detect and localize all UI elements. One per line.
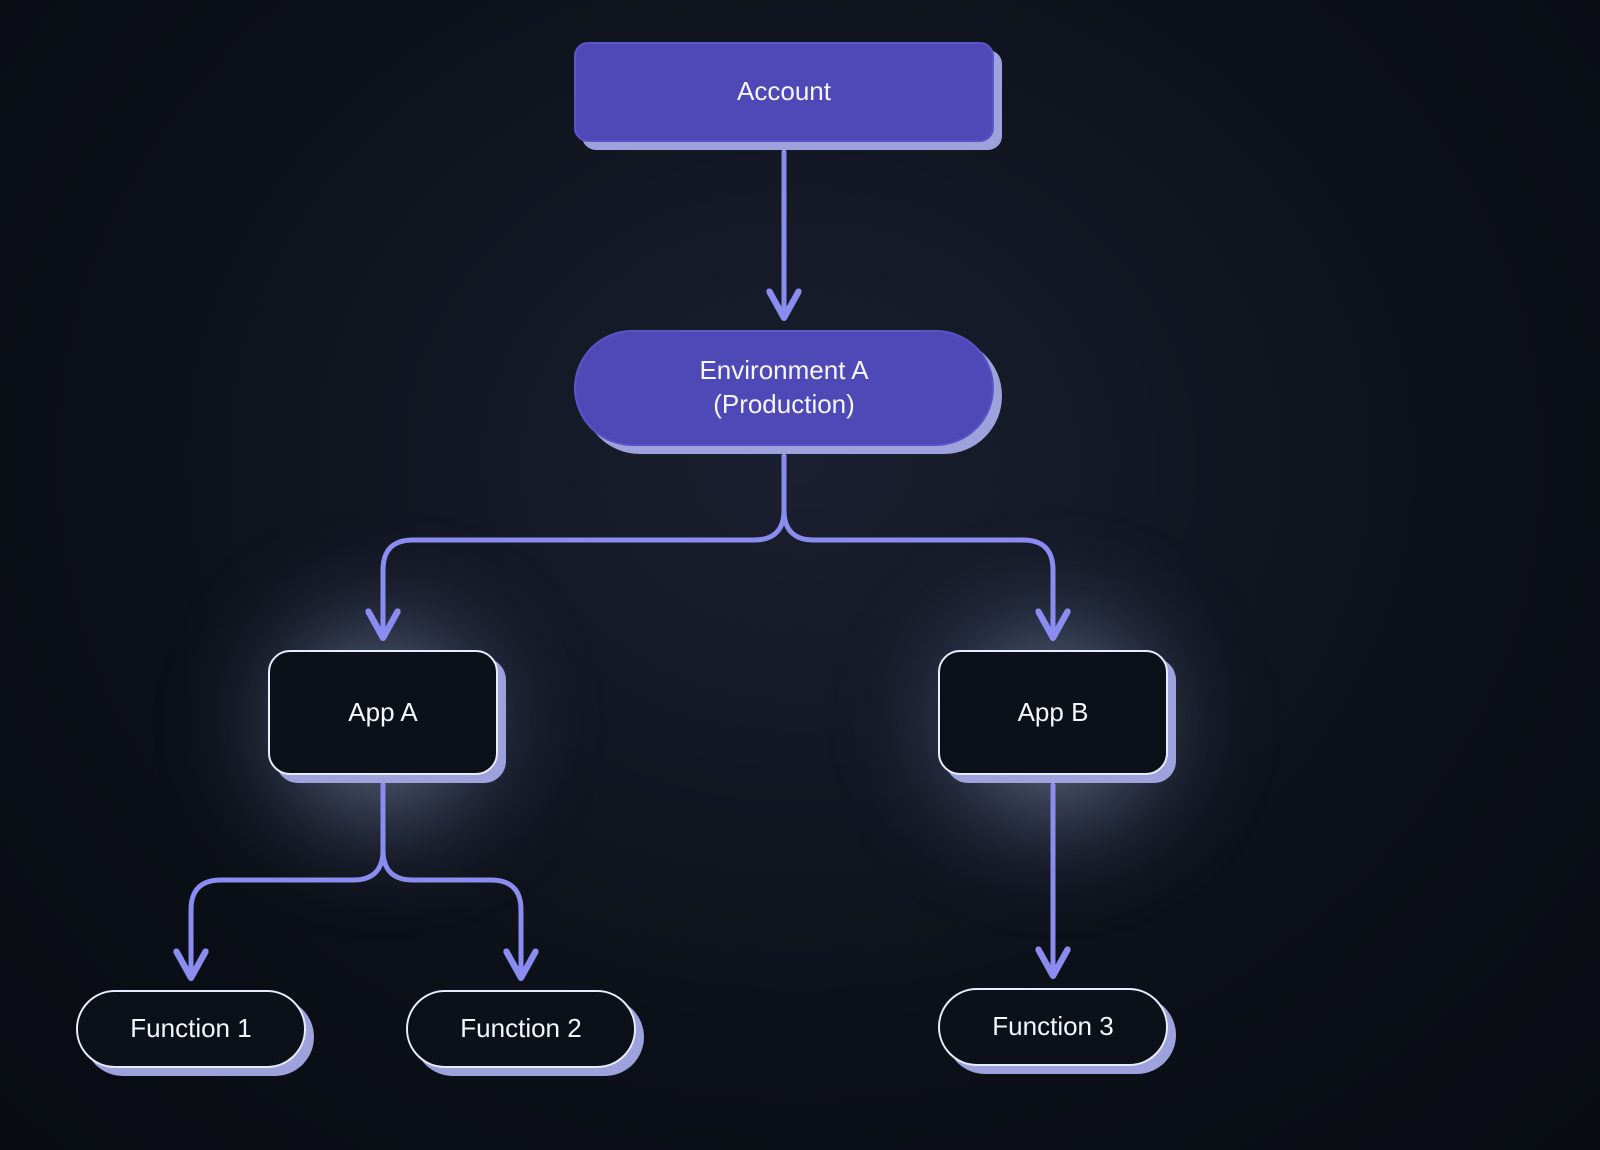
node-function-3-label: Function 3 (992, 1010, 1113, 1044)
node-account-label: Account (737, 75, 831, 109)
node-function-2-label: Function 2 (460, 1012, 581, 1046)
node-app-a-label: App A (348, 696, 417, 730)
connector-layer (0, 0, 1600, 1150)
node-function-1: Function 1 (76, 990, 306, 1068)
node-environment-line2: (Production) (699, 388, 868, 422)
node-environment-text: Environment A (Production) (699, 354, 868, 422)
edge-app-a-to-function-1 (191, 785, 383, 972)
node-environment-line1: Environment A (699, 354, 868, 388)
node-function-1-label: Function 1 (130, 1012, 251, 1046)
node-app-b: App B (938, 650, 1168, 775)
node-environment: Environment A (Production) (574, 330, 994, 446)
edge-environment-to-app-b (784, 456, 1053, 632)
node-function-3: Function 3 (938, 988, 1168, 1066)
edge-app-a-to-function-2 (383, 785, 521, 972)
node-function-2: Function 2 (406, 990, 636, 1068)
diagram-canvas: Account Environment A (Production) App A… (0, 0, 1600, 1150)
node-account: Account (574, 42, 994, 142)
node-app-b-label: App B (1018, 696, 1089, 730)
edge-environment-to-app-a (383, 456, 784, 632)
node-app-a: App A (268, 650, 498, 775)
